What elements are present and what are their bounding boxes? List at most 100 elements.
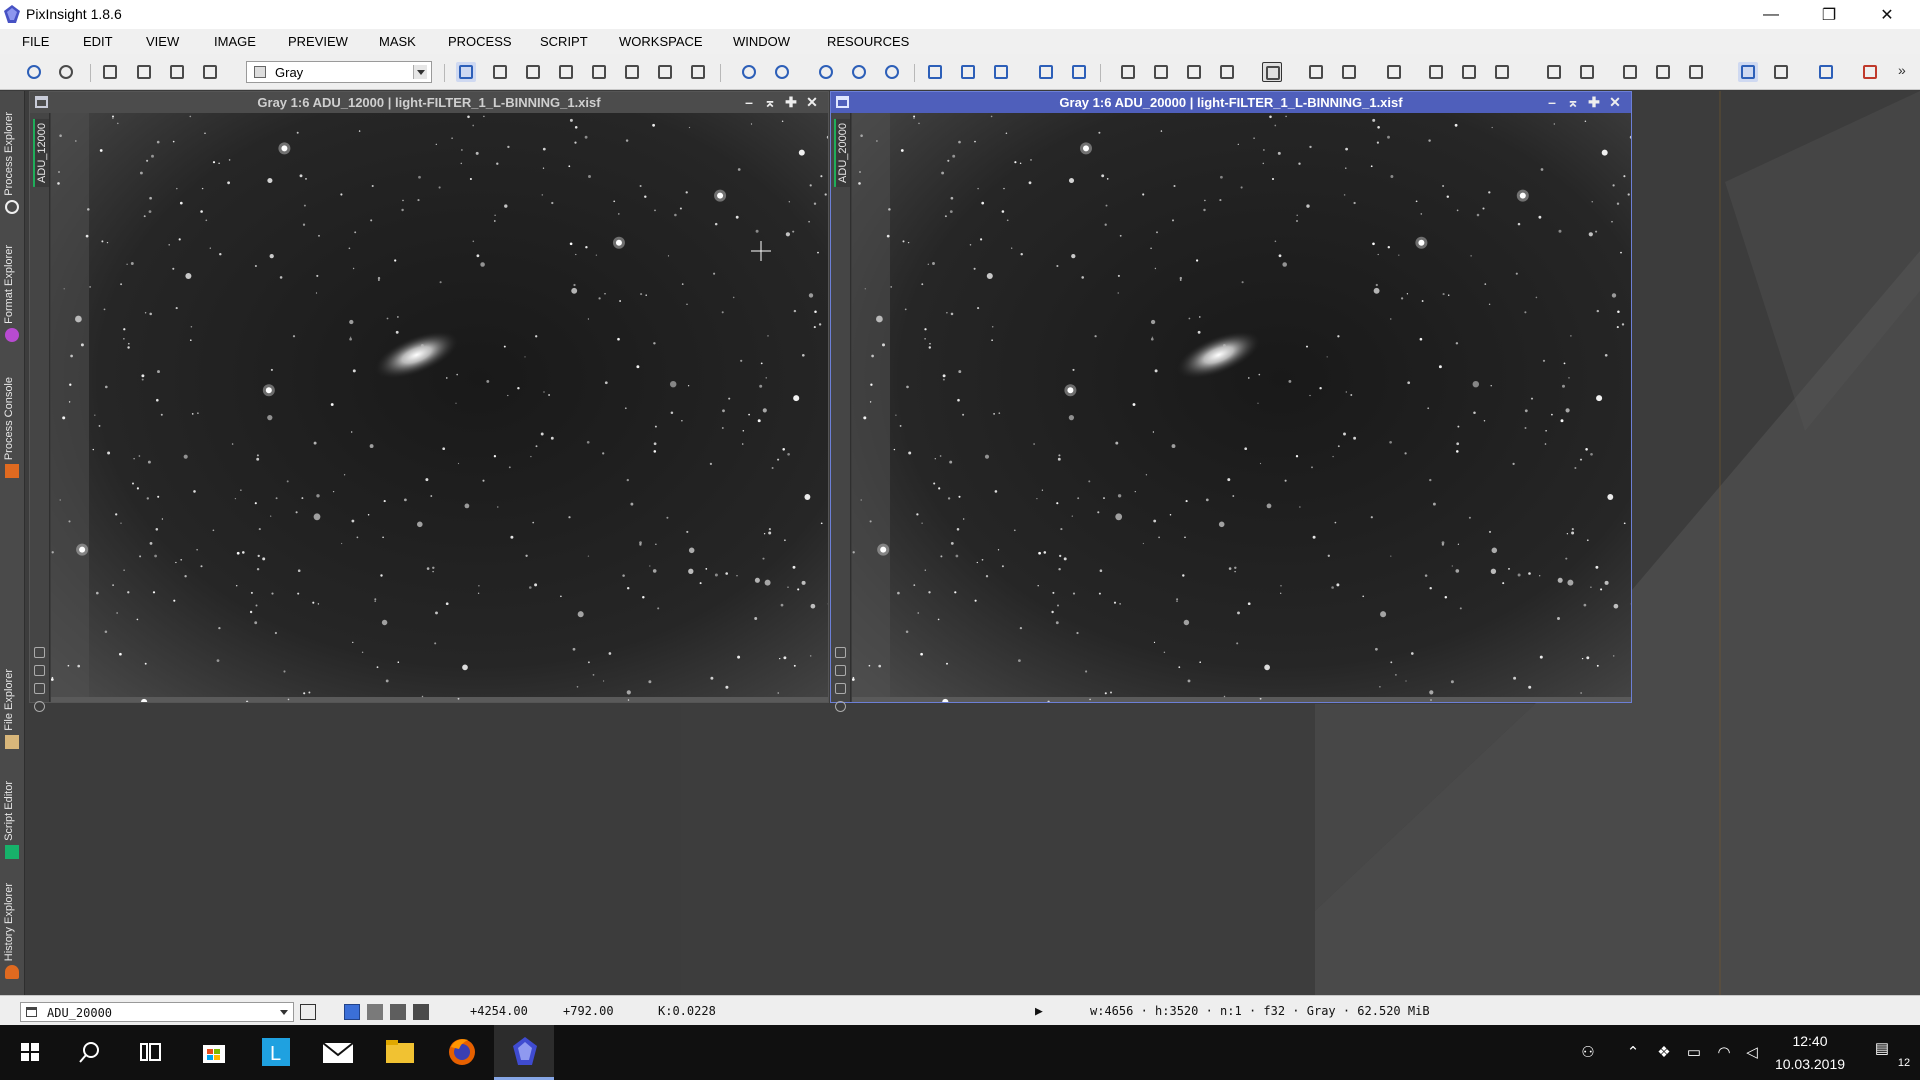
maximize-button[interactable]: ✚ xyxy=(1585,93,1603,111)
view-id-label[interactable]: ADU_12000 xyxy=(33,119,49,187)
toggle-tool-icon-2[interactable] xyxy=(835,665,846,676)
screen-transfer-icon[interactable] xyxy=(1262,62,1282,82)
start-button[interactable] xyxy=(0,1025,60,1080)
new-image-icon[interactable] xyxy=(100,62,120,82)
zoom-fit-icon[interactable] xyxy=(849,62,869,82)
explorer-window-2-icon[interactable] xyxy=(1577,62,1597,82)
taskbar-lightroom[interactable]: L xyxy=(245,1025,305,1080)
shade-button[interactable]: ⌅ xyxy=(761,93,779,111)
swap-view-icon[interactable] xyxy=(991,62,1011,82)
image-canvas[interactable] xyxy=(51,113,828,702)
layout-icon-1[interactable] xyxy=(1620,62,1640,82)
toggle-tool-icon-1[interactable] xyxy=(34,647,45,658)
edit-preview-icon[interactable] xyxy=(655,62,675,82)
clock-date[interactable]: 10.03.2019 xyxy=(1766,1056,1854,1072)
layout-icon-3[interactable] xyxy=(1686,62,1706,82)
menu-window[interactable]: WINDOW xyxy=(733,34,790,49)
toggle-tool-icon-3[interactable] xyxy=(835,683,846,694)
toggle-tool-icon-2[interactable] xyxy=(34,665,45,676)
zoom-in-icon[interactable] xyxy=(739,62,759,82)
open-image-icon[interactable] xyxy=(134,62,154,82)
side-tab-file-explorer[interactable]: File Explorer xyxy=(0,663,25,751)
menu-workspace[interactable]: WORKSPACE xyxy=(619,34,703,49)
pan-mode-icon[interactable] xyxy=(523,62,543,82)
star-field-image[interactable] xyxy=(51,113,828,702)
menu-mask[interactable]: MASK xyxy=(379,34,416,49)
exit-fullscreen-icon[interactable] xyxy=(1860,62,1880,82)
zoom-mode-icon[interactable] xyxy=(490,62,510,82)
menu-image[interactable]: IMAGE xyxy=(214,34,256,49)
center-mode-icon[interactable] xyxy=(556,62,576,82)
mask-invert-icon[interactable] xyxy=(1184,62,1204,82)
side-tab-process-explorer[interactable]: Process Explorer xyxy=(0,93,25,216)
save-image-icon[interactable] xyxy=(167,62,187,82)
channel-blue-icon[interactable] xyxy=(413,1004,429,1020)
mask-remove-icon[interactable] xyxy=(1217,62,1237,82)
active-view-select[interactable]: ADU_20000 xyxy=(20,1002,294,1022)
fit-zoom-icon[interactable] xyxy=(958,62,978,82)
toggle-tool-icon-4[interactable] xyxy=(835,701,846,712)
side-tab-history-explorer[interactable]: History Explorer xyxy=(0,869,25,981)
channel-red-icon[interactable] xyxy=(367,1004,383,1020)
menu-script[interactable]: SCRIPT xyxy=(540,34,588,49)
side-tab-process-console[interactable]: Process Console xyxy=(0,349,25,480)
iconize-button[interactable]: – xyxy=(740,93,758,111)
shade-button[interactable]: ⌅ xyxy=(1564,93,1582,111)
toggle-tool-icon-1[interactable] xyxy=(835,647,846,658)
chevron-up-icon[interactable]: ⌃ xyxy=(1623,1043,1643,1063)
menu-resources[interactable]: RESOURCES xyxy=(827,34,909,49)
toggle-tool-icon-3[interactable] xyxy=(34,683,45,694)
notification-icon[interactable]: ▤ xyxy=(1872,1039,1892,1059)
menu-file[interactable]: FILE xyxy=(22,34,49,49)
new-preview-icon[interactable] xyxy=(622,62,642,82)
screenshot-icon[interactable] xyxy=(1816,62,1836,82)
stf-link-icon[interactable] xyxy=(1306,62,1326,82)
layout-icon-2[interactable] xyxy=(1653,62,1673,82)
stretch-icon[interactable] xyxy=(1036,62,1056,82)
explorer-window-icon[interactable] xyxy=(1544,62,1564,82)
task-view-button[interactable] xyxy=(120,1025,180,1080)
process-icon-4[interactable] xyxy=(1492,62,1512,82)
taskbar-mail[interactable] xyxy=(307,1025,367,1080)
close-window-button[interactable]: ✕ xyxy=(1858,0,1916,29)
menu-preview[interactable]: PREVIEW xyxy=(288,34,348,49)
menu-view[interactable]: VIEW xyxy=(146,34,179,49)
taskbar-firefox[interactable] xyxy=(431,1025,491,1080)
move-mode-icon[interactable] xyxy=(589,62,609,82)
close-button[interactable]: ✕ xyxy=(803,93,821,111)
monitor-icon[interactable] xyxy=(1738,62,1758,82)
readout-mode-icon[interactable] xyxy=(456,62,476,82)
side-tab-format-explorer[interactable]: Format Explorer xyxy=(0,221,25,344)
process-icon-1[interactable] xyxy=(1384,62,1404,82)
restore-window-button[interactable]: ❐ xyxy=(1800,0,1858,29)
stf-auto-icon[interactable] xyxy=(1339,62,1359,82)
taskbar-file-explorer[interactable] xyxy=(369,1025,429,1080)
iconize-button[interactable]: – xyxy=(1543,93,1561,111)
process-icon-3[interactable] xyxy=(1459,62,1479,82)
process-icon-2[interactable] xyxy=(1426,62,1446,82)
people-icon[interactable]: ⚇ xyxy=(1578,1043,1598,1063)
maximize-button[interactable]: ✚ xyxy=(782,93,800,111)
dropbox-icon[interactable]: ❖ xyxy=(1654,1043,1674,1063)
play-icon[interactable]: ▶ xyxy=(1035,1004,1043,1019)
side-tab-script-editor[interactable]: Script Editor xyxy=(0,761,25,861)
mask-enable-icon[interactable] xyxy=(1118,62,1138,82)
monitor-24-icon[interactable] xyxy=(1771,62,1791,82)
star-field-image[interactable] xyxy=(852,113,1631,702)
toolbar-overflow-icon[interactable]: » xyxy=(1898,62,1918,82)
close-button[interactable]: ✕ xyxy=(1606,93,1624,111)
colorspace-select[interactable]: Gray xyxy=(246,61,432,83)
battery-icon[interactable]: ▭ xyxy=(1684,1043,1704,1063)
volume-icon[interactable]: ◁ xyxy=(1742,1043,1762,1063)
image-window-adu-12000[interactable]: Gray 1:6 ADU_12000 | light-FILTER_1_L-BI… xyxy=(29,91,829,712)
image-canvas[interactable] xyxy=(852,113,1631,702)
taskbar-store[interactable] xyxy=(183,1025,243,1080)
redo-icon[interactable] xyxy=(56,62,76,82)
toggle-tool-icon-4[interactable] xyxy=(34,701,45,712)
view-id-label[interactable]: ADU_20000 xyxy=(834,119,850,187)
fit-view-icon[interactable] xyxy=(925,62,945,82)
reset-stretch-icon[interactable] xyxy=(1069,62,1089,82)
mask-show-icon[interactable] xyxy=(1151,62,1171,82)
zoom-out-icon[interactable] xyxy=(772,62,792,82)
undo-icon[interactable] xyxy=(24,62,44,82)
